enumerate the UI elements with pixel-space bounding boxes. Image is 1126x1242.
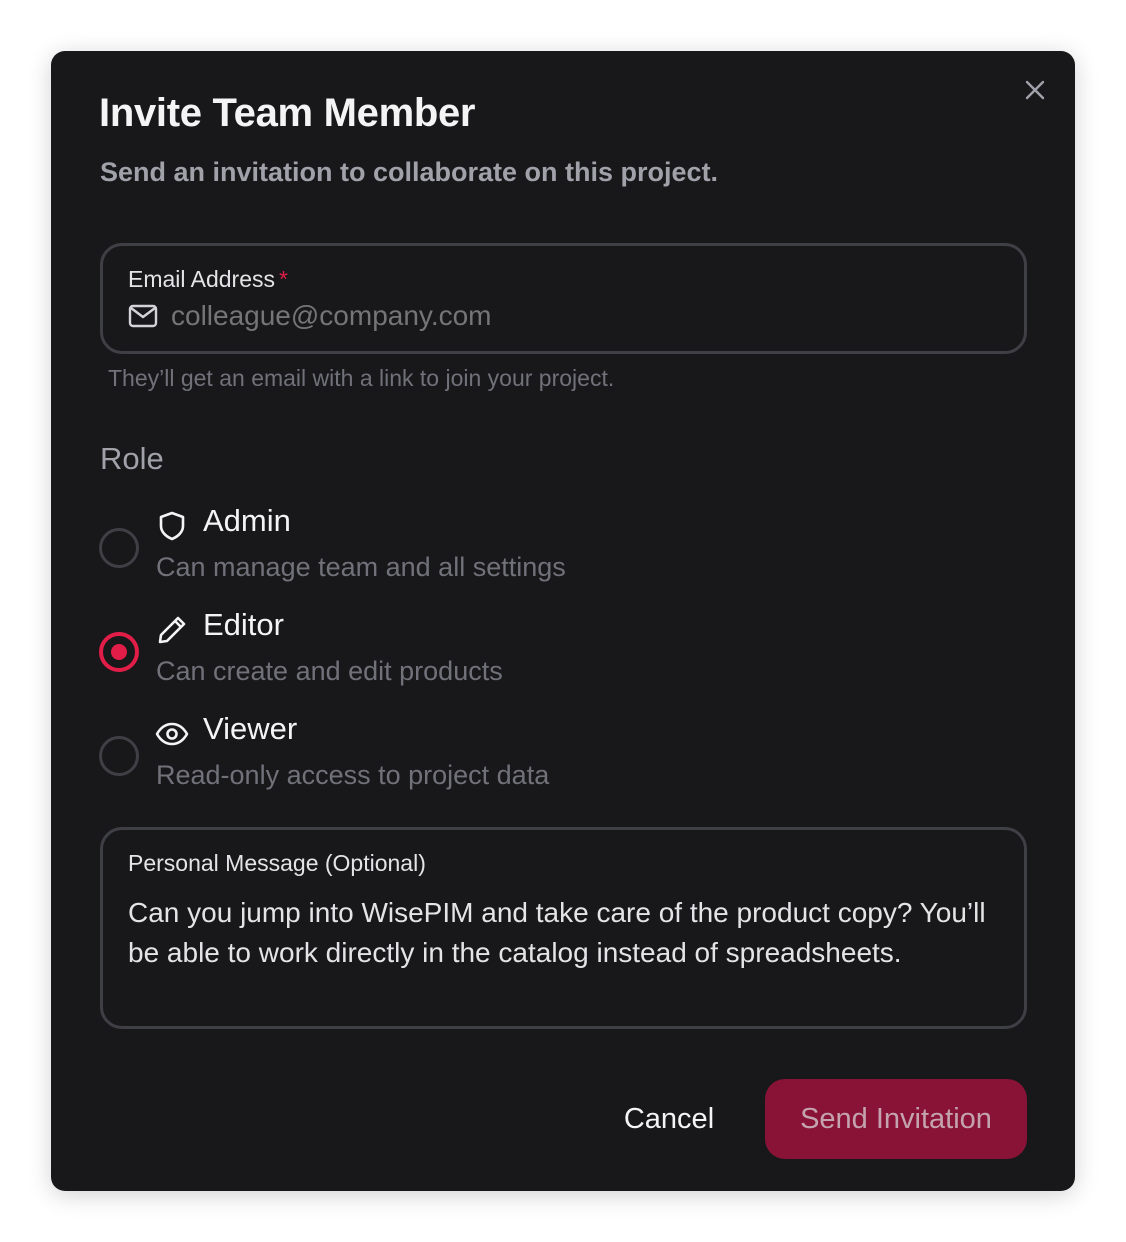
email-input[interactable] xyxy=(171,300,991,332)
send-invitation-button[interactable]: Send Invitation xyxy=(765,1079,1027,1159)
close-button[interactable] xyxy=(1021,76,1049,104)
email-label: Email Address * xyxy=(128,266,288,292)
message-textarea[interactable]: Can you jump into WisePIM and take care … xyxy=(128,893,988,973)
role-desc-viewer: Read-only access to project data xyxy=(156,760,550,790)
invite-dialog: Invite Team Member Send an invitation to… xyxy=(51,51,1075,1191)
personal-message-field[interactable]: Personal Message (Optional) Can you jump… xyxy=(100,827,1027,1029)
message-label: Personal Message (Optional) xyxy=(128,850,426,876)
pencil-icon xyxy=(155,613,189,647)
email-input-row xyxy=(128,300,991,332)
role-option-editor[interactable]: Editor Can create and edit products xyxy=(99,607,799,705)
dialog-title: Invite Team Member xyxy=(99,91,476,135)
role-name-viewer: Viewer xyxy=(203,711,298,746)
shield-icon xyxy=(155,509,189,543)
mail-icon xyxy=(128,301,159,332)
radio-viewer[interactable] xyxy=(99,736,139,776)
role-desc-editor: Can create and edit products xyxy=(156,656,503,686)
role-label: Role xyxy=(100,441,164,476)
cancel-button[interactable]: Cancel xyxy=(599,1079,739,1159)
role-name-editor: Editor xyxy=(203,607,284,642)
role-name-admin: Admin xyxy=(203,503,291,538)
radio-admin[interactable] xyxy=(99,528,139,568)
eye-icon xyxy=(155,717,189,751)
required-mark: * xyxy=(279,266,288,292)
close-icon xyxy=(1025,80,1045,100)
role-option-viewer[interactable]: Viewer Read-only access to project data xyxy=(99,711,799,809)
email-helper-text: They’ll get an email with a link to join… xyxy=(108,365,615,391)
radio-editor[interactable] xyxy=(99,632,139,672)
dialog-subtitle: Send an invitation to collaborate on thi… xyxy=(100,157,719,187)
email-field[interactable]: Email Address * xyxy=(100,243,1027,354)
role-desc-admin: Can manage team and all settings xyxy=(156,552,566,582)
role-option-admin[interactable]: Admin Can manage team and all settings xyxy=(99,503,799,601)
